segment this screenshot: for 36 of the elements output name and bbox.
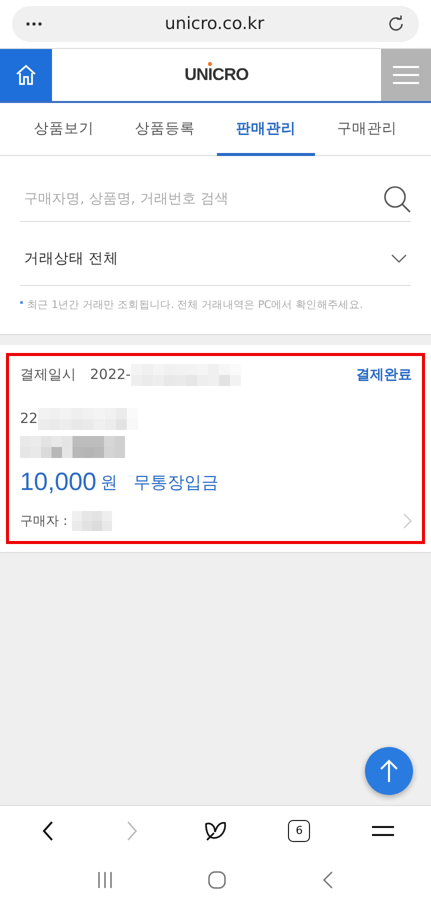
search-icon[interactable]: [383, 184, 411, 212]
buyer-label: 구매자 :: [20, 513, 68, 530]
nav-tab[interactable]: 상품등록: [116, 103, 214, 156]
payment-status: 결제완료: [356, 366, 412, 384]
forward-icon: [126, 820, 138, 840]
reload-icon[interactable]: [387, 15, 405, 33]
nav-tab[interactable]: 구매관리: [318, 103, 416, 156]
currency-text: 원: [100, 472, 118, 494]
recent-apps-icon[interactable]: [98, 872, 112, 888]
notice-text: 최근 1년간 거래만 조회됩니다. 전체 거래내역은 PC에서 확인해주세요.: [27, 298, 363, 312]
status-dropdown[interactable]: 거래상태 전체: [20, 222, 411, 286]
address-bar[interactable]: unicro.co.kr: [12, 6, 419, 42]
leaf-icon: [203, 820, 228, 842]
logo: UNICRO: [184, 65, 249, 85]
back-nav-icon[interactable]: [322, 871, 333, 889]
search-field[interactable]: 구매자명, 상품명, 거래번호 검색: [20, 190, 383, 206]
menu-icon: [393, 66, 419, 84]
back-icon: [42, 820, 54, 840]
tab-count-button[interactable]: 6: [288, 820, 310, 842]
pixelated-redaction-drawing: [72, 511, 112, 531]
home-nav-icon[interactable]: [208, 871, 226, 889]
order-number: 22: [20, 411, 38, 427]
nav-tab[interactable]: 상품보기: [15, 103, 113, 156]
payment-method: 무통장입금: [133, 472, 218, 494]
amount-text: 10,000: [20, 468, 96, 497]
menu-icon: [372, 826, 394, 836]
chevron-down-icon: [391, 254, 407, 263]
order-card[interactable]: 결제일시 2022- 결제완료 22 10,000 원 무통장입금 구매자 :: [6, 353, 425, 544]
url-text: unicro.co.kr: [164, 14, 264, 34]
more-icon: [26, 22, 42, 26]
home-icon: [15, 64, 37, 86]
date-text: 2022-: [90, 367, 131, 383]
scroll-top-button[interactable]: [365, 747, 413, 795]
date-label: 결제일시: [20, 366, 76, 384]
chevron-right-icon: [403, 513, 412, 529]
arrow-up-icon: [379, 759, 399, 783]
